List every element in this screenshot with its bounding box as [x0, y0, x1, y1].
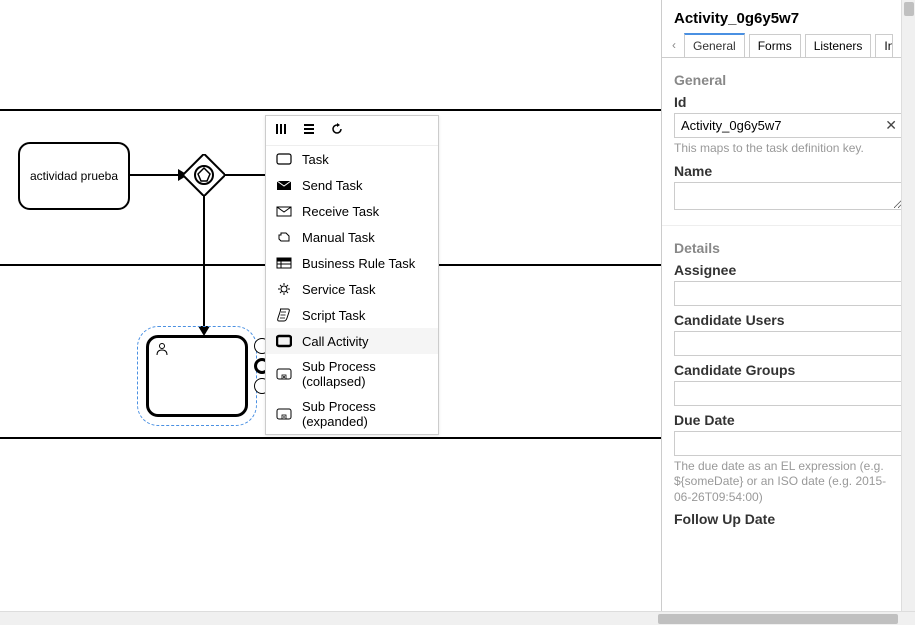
sequence-flow[interactable] [130, 174, 180, 176]
vertical-scrollbar[interactable] [901, 0, 915, 611]
menu-item-receive-task[interactable]: Receive Task [266, 198, 438, 224]
task-label: actividad prueba [30, 169, 118, 183]
menu-item-send-task[interactable]: Send Task [266, 172, 438, 198]
section-details: Details [674, 240, 903, 256]
horizontal-scrollbar[interactable] [0, 611, 915, 625]
label-name: Name [674, 163, 903, 179]
sequential-icon[interactable] [302, 122, 316, 139]
menu-label: Business Rule Task [302, 256, 415, 271]
menu-label: Script Task [302, 308, 365, 323]
candidate-users-input[interactable] [674, 331, 903, 356]
assignee-input[interactable] [674, 281, 903, 306]
menu-item-subprocess-collapsed[interactable]: Sub Process (collapsed) [266, 354, 438, 394]
sequence-flow[interactable] [203, 196, 205, 328]
business-rule-icon [276, 255, 292, 271]
send-icon [276, 177, 292, 193]
tab-scroll-left[interactable]: ‹ [668, 36, 680, 54]
tab-general[interactable]: General [684, 33, 745, 57]
menu-label: Manual Task [302, 230, 375, 245]
menu-label: Send Task [302, 178, 362, 193]
label-candidate-users: Candidate Users [674, 312, 903, 328]
panel-title: Activity_0g6y5w7 [662, 0, 915, 33]
task-type-menu: Task Send Task Receive Task Manual Task … [265, 115, 439, 435]
menu-item-service-task[interactable]: Service Task [266, 276, 438, 302]
menu-header [266, 116, 438, 146]
tabs: ‹ General Forms Listeners Input/O › [662, 33, 915, 58]
sequence-flow[interactable] [225, 174, 265, 176]
manual-icon [276, 229, 292, 245]
menu-label: Sub Process (collapsed) [302, 359, 428, 389]
menu-label: Sub Process (expanded) [302, 399, 428, 429]
scrollbar-thumb[interactable] [904, 2, 914, 16]
label-follow-up: Follow Up Date [674, 511, 903, 527]
id-input[interactable] [674, 113, 903, 138]
label-id: Id [674, 94, 903, 110]
tab-forms[interactable]: Forms [749, 34, 801, 57]
task-actividad-prueba[interactable]: actividad prueba [18, 142, 130, 210]
script-icon [276, 307, 292, 323]
menu-item-subprocess-expanded[interactable]: Sub Process (expanded) [266, 394, 438, 434]
user-icon [155, 342, 169, 359]
menu-label: Task [302, 152, 329, 167]
menu-item-call-activity[interactable]: Call Activity [266, 328, 438, 354]
loop-icon[interactable] [330, 122, 344, 139]
menu-item-manual-task[interactable]: Manual Task [266, 224, 438, 250]
menu-item-business-rule-task[interactable]: Business Rule Task [266, 250, 438, 276]
user-task-selected[interactable] [146, 335, 248, 417]
scrollbar-thumb[interactable] [658, 614, 898, 624]
service-icon [276, 281, 292, 297]
task-icon [276, 151, 292, 167]
menu-label: Receive Task [302, 204, 379, 219]
menu-item-task[interactable]: Task [266, 146, 438, 172]
lane-border-bottom [0, 437, 661, 439]
label-candidate-groups: Candidate Groups [674, 362, 903, 378]
menu-label: Service Task [302, 282, 375, 297]
help-due-date: The due date as an EL expression (e.g. $… [674, 459, 903, 506]
section-general: General [674, 72, 903, 88]
name-input[interactable] [674, 182, 903, 210]
lane-border-top [0, 109, 661, 111]
menu-item-script-task[interactable]: Script Task [266, 302, 438, 328]
menu-label: Call Activity [302, 334, 368, 349]
candidate-groups-input[interactable] [674, 381, 903, 406]
call-activity-icon [276, 333, 292, 349]
properties-panel: Activity_0g6y5w7 ‹ General Forms Listene… [661, 0, 915, 625]
receive-icon [276, 203, 292, 219]
tab-input-output[interactable]: Input/O [875, 34, 893, 57]
due-date-input[interactable] [674, 431, 903, 456]
tab-listeners[interactable]: Listeners [805, 34, 872, 57]
diagram-canvas[interactable]: actividad prueba [0, 0, 661, 625]
parallel-icon[interactable] [274, 122, 288, 139]
label-due-date: Due Date [674, 412, 903, 428]
label-assignee: Assignee [674, 262, 903, 278]
subprocess-collapsed-icon [276, 366, 292, 382]
inclusive-gateway[interactable] [183, 154, 225, 196]
clear-id-icon[interactable]: ✕ [885, 117, 897, 134]
help-id: This maps to the task definition key. [674, 141, 903, 157]
subprocess-expanded-icon [276, 406, 292, 422]
